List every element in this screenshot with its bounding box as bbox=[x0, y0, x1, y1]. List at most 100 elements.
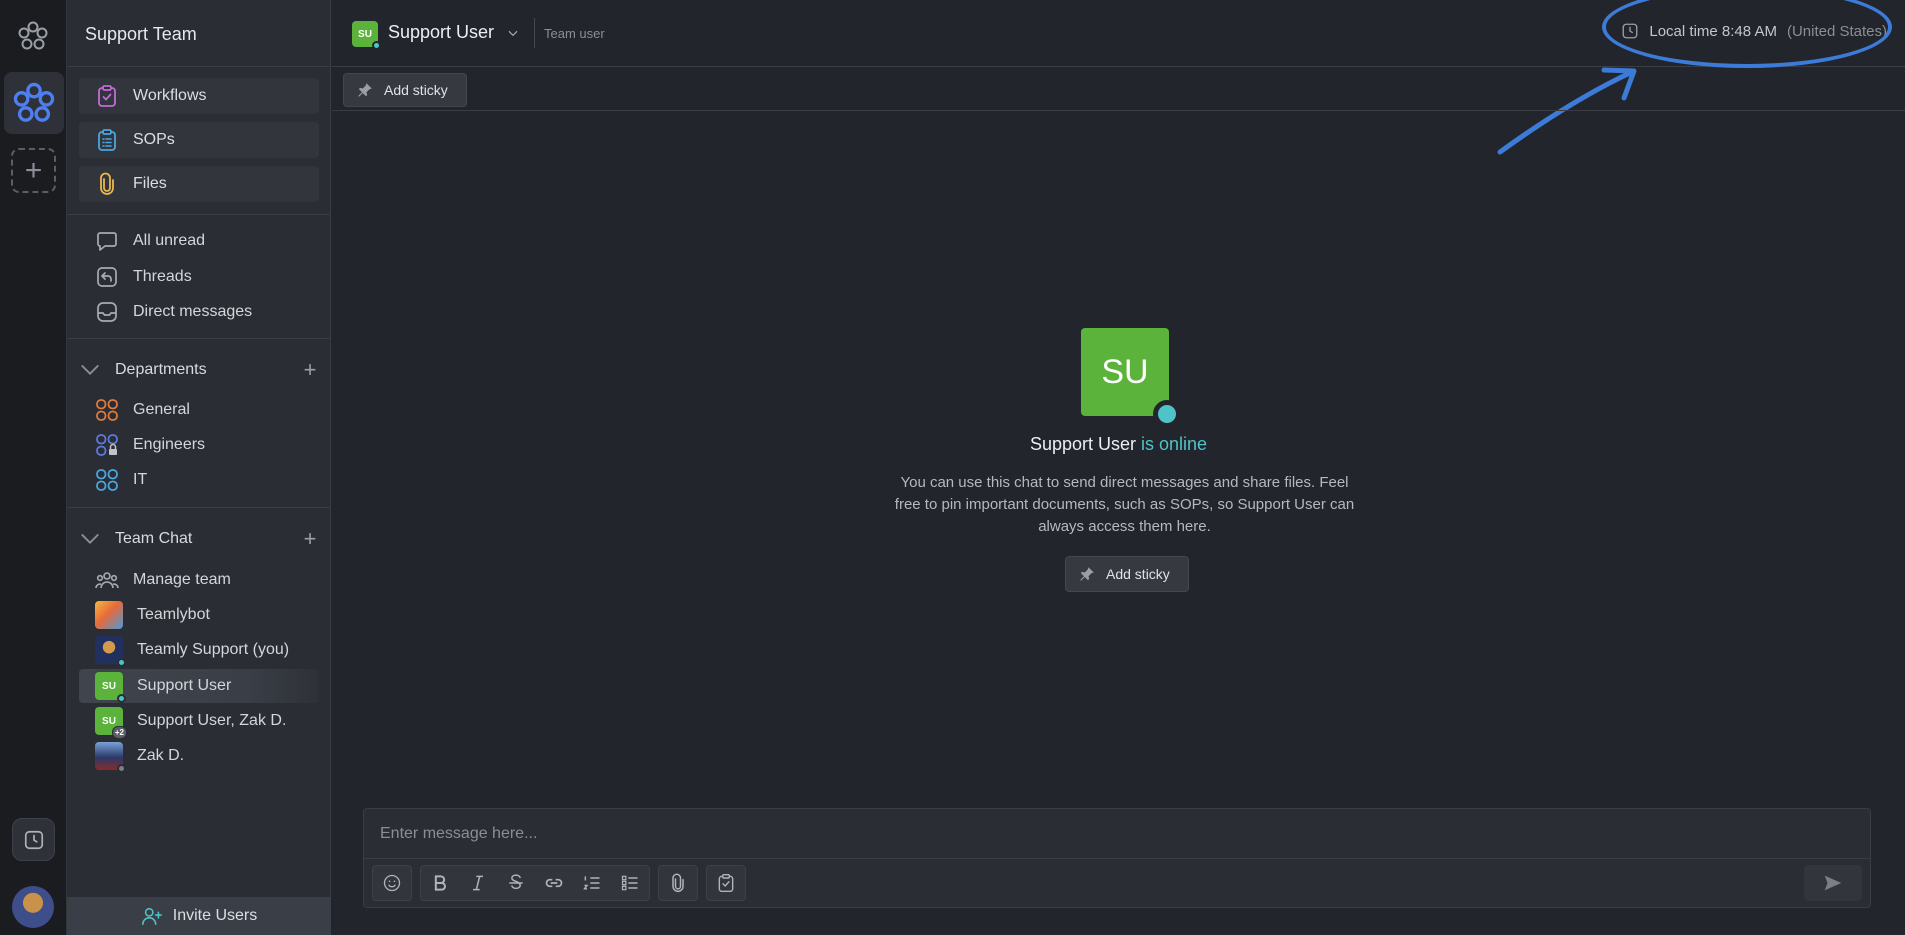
channel-engineers[interactable]: Engineers bbox=[95, 430, 205, 460]
member-count-badge: +2 bbox=[111, 726, 127, 739]
channel-general[interactable]: General bbox=[95, 395, 190, 425]
sidebar-item-label: Threads bbox=[133, 268, 192, 285]
sidebar-item-threads[interactable]: Threads bbox=[95, 262, 192, 292]
add-sticky-label: Add sticky bbox=[384, 82, 448, 98]
section-title: Team Chat bbox=[115, 530, 193, 547]
link-button[interactable] bbox=[535, 866, 573, 900]
channel-it[interactable]: IT bbox=[95, 465, 147, 495]
empty-state: SU Support User is online You can use th… bbox=[332, 112, 1905, 802]
dm-zak[interactable]: Zak D. bbox=[79, 739, 319, 773]
italic-button[interactable] bbox=[459, 866, 497, 900]
avatar-initials: SU bbox=[358, 28, 372, 40]
sidebar-item-label: Files bbox=[133, 175, 167, 192]
sidebar-item-workflows[interactable]: Workflows bbox=[79, 78, 319, 114]
numbered-list-icon bbox=[583, 876, 600, 890]
offline-status-dot bbox=[117, 764, 126, 773]
add-sticky-button[interactable]: Add sticky bbox=[1065, 556, 1189, 592]
dm-label: Support User bbox=[137, 677, 232, 694]
invite-label: Invite Users bbox=[172, 907, 258, 924]
workspace-rail: + bbox=[0, 0, 67, 935]
workspace-switcher-active[interactable] bbox=[4, 72, 64, 134]
user-role: Team user bbox=[544, 26, 605, 41]
online-status-dot bbox=[1153, 400, 1181, 428]
dm-group-support-zak[interactable]: SU +2 Support User, Zak D. bbox=[79, 704, 319, 739]
dm-label: Zak D. bbox=[137, 747, 185, 764]
inbox-icon bbox=[97, 302, 117, 322]
online-status-dot bbox=[117, 658, 126, 667]
sidebar-item-sops[interactable]: SOPs bbox=[79, 122, 319, 158]
avatar-initials: SU bbox=[102, 680, 116, 692]
message-input[interactable]: Enter message here... bbox=[364, 809, 1870, 859]
sidebar-item-direct-messages[interactable]: Direct messages bbox=[95, 297, 252, 327]
dm-teamly-support[interactable]: Teamly Support (you) bbox=[79, 633, 319, 667]
pin-icon bbox=[358, 83, 372, 97]
attach-workflow-button[interactable] bbox=[707, 866, 745, 900]
channel-label: IT bbox=[133, 471, 148, 488]
avatar-initials: SU bbox=[1101, 352, 1149, 391]
avatar bbox=[95, 601, 123, 629]
dm-teamlybot[interactable]: Teamlybot bbox=[79, 598, 319, 632]
chat-toolbar: Add sticky bbox=[332, 67, 1905, 111]
section-departments[interactable]: Departments + bbox=[79, 356, 319, 384]
online-status-dot bbox=[117, 694, 126, 703]
team-icon bbox=[95, 572, 119, 589]
empty-state-avatar: SU bbox=[1081, 328, 1181, 428]
emoji-button[interactable] bbox=[373, 866, 411, 900]
channel-label: Engineers bbox=[133, 436, 206, 453]
strikethrough-button[interactable] bbox=[497, 866, 535, 900]
divider bbox=[67, 338, 331, 339]
dm-label: Teamly Support (you) bbox=[137, 641, 290, 658]
attach-file-button[interactable] bbox=[659, 866, 697, 900]
chat-bubble-icon bbox=[97, 232, 117, 251]
add-chat-icon[interactable]: + bbox=[301, 528, 319, 550]
link-icon bbox=[545, 878, 563, 888]
attach-group bbox=[658, 865, 698, 901]
sidebar-item-files[interactable]: Files bbox=[79, 166, 319, 202]
divider bbox=[67, 507, 331, 508]
section-title: Departments bbox=[115, 361, 207, 378]
channel-group-icon bbox=[96, 469, 118, 491]
paperclip-icon bbox=[672, 873, 684, 893]
clipboard-check-icon bbox=[98, 85, 116, 107]
workspace-title[interactable]: Support Team bbox=[67, 0, 330, 67]
formatting-toolbar bbox=[372, 865, 746, 901]
channel-locked-icon bbox=[96, 434, 118, 456]
dm-label: Teamlybot bbox=[137, 606, 210, 623]
avatar bbox=[95, 636, 126, 667]
user-avatar[interactable] bbox=[12, 886, 54, 928]
text-format-group bbox=[420, 865, 650, 901]
teamly-logo-icon[interactable] bbox=[17, 20, 49, 52]
chevron-down-icon[interactable] bbox=[506, 26, 520, 40]
add-user-icon bbox=[141, 907, 162, 926]
italic-icon bbox=[473, 875, 483, 891]
manage-team-item[interactable]: Manage team bbox=[95, 565, 231, 595]
bold-button[interactable] bbox=[421, 866, 459, 900]
dm-label: Support User, Zak D. bbox=[137, 712, 287, 729]
add-workspace-button[interactable]: + bbox=[11, 148, 56, 193]
chevron-down-icon bbox=[81, 533, 99, 544]
sidebar-item-all-unread[interactable]: All unread bbox=[95, 226, 205, 256]
sidebar-item-label: SOPs bbox=[133, 131, 175, 148]
avatar bbox=[95, 742, 126, 773]
smiley-icon bbox=[383, 874, 401, 892]
sidebar-item-label: Direct messages bbox=[133, 303, 253, 320]
sidebar: Support Team Workflows SOPs Files All un… bbox=[67, 0, 331, 935]
online-status-dot bbox=[372, 41, 381, 50]
bullet-list-button[interactable] bbox=[611, 866, 649, 900]
pin-icon bbox=[1080, 567, 1094, 581]
header-avatar[interactable]: SU bbox=[352, 21, 381, 50]
send-button[interactable] bbox=[1804, 865, 1862, 901]
invite-users-button[interactable]: Invite Users bbox=[67, 897, 331, 935]
avatar: SU bbox=[95, 672, 126, 703]
add-sticky-button[interactable]: Add sticky bbox=[343, 73, 467, 107]
add-department-icon[interactable]: + bbox=[301, 359, 319, 381]
section-team-chat[interactable]: Team Chat + bbox=[79, 525, 319, 553]
clipboard-check-icon bbox=[718, 873, 734, 893]
header-user-name[interactable]: Support User bbox=[388, 22, 494, 43]
manage-team-label: Manage team bbox=[133, 571, 231, 588]
presence-name: Support User bbox=[1029, 434, 1136, 454]
numbered-list-button[interactable] bbox=[573, 866, 611, 900]
clock-button[interactable] bbox=[12, 818, 55, 861]
dm-support-user[interactable]: SU Support User bbox=[79, 669, 319, 703]
avatar-initials: SU bbox=[102, 715, 116, 727]
